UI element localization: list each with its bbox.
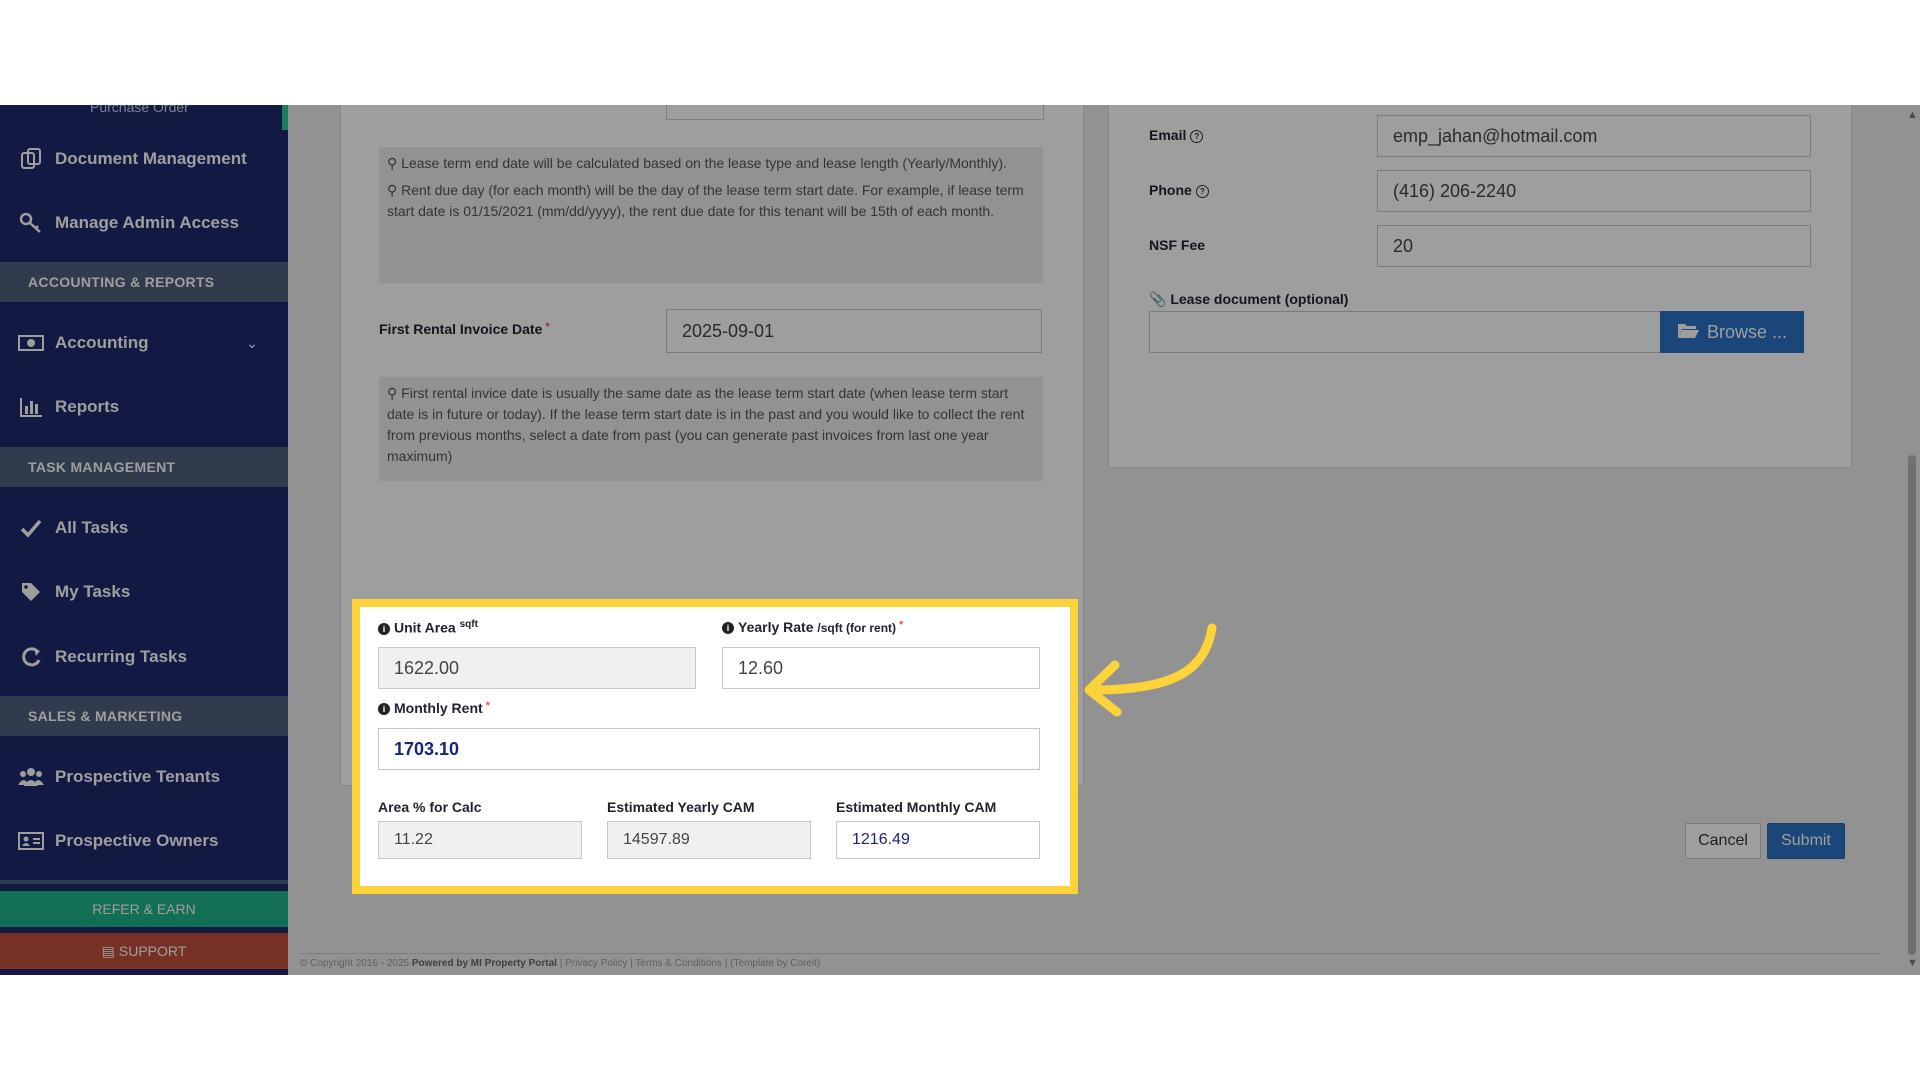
sidebar-item-reports[interactable]: Reports — [0, 375, 288, 439]
estimated-monthly-cam-input[interactable]: 1216.49 — [836, 821, 1040, 859]
paperclip-icon: 📎 — [1149, 291, 1167, 307]
document-copy-icon — [18, 146, 44, 172]
sidebar-item-prospective-owners[interactable]: Prospective Owners — [0, 809, 288, 873]
lease-length-input[interactable] — [666, 105, 1044, 120]
section-accounting-reports: ACCOUNTING & REPORTS — [0, 262, 288, 302]
area-percent-label: Area % for Calc — [378, 799, 482, 815]
tenant-contact-panel: Email? emp_jahan@hotmail.com Phone? (416… — [1108, 105, 1852, 468]
first-invoice-date-label: First Rental Invoice Date * — [379, 321, 550, 337]
cancel-button[interactable]: Cancel — [1685, 823, 1761, 859]
sidebar-item-manage-admin-access[interactable]: Manage Admin Access — [0, 191, 288, 255]
book-icon: ▤ — [101, 942, 115, 959]
area-percent-input[interactable]: 11.22 — [378, 821, 582, 859]
monthly-rent-label: i Monthly Rent * — [378, 700, 490, 716]
phone-input[interactable]: (416) 206-2240 — [1377, 170, 1811, 212]
support-button[interactable]: ▤ SUPPORT — [0, 933, 288, 969]
question-icon: ? — [1195, 184, 1209, 198]
refer-earn-button[interactable]: REFER & EARN — [0, 891, 288, 927]
footer: © Copyright 2016 - 2025 Powered by MI Pr… — [300, 953, 1880, 969]
sidebar-item-prospective-tenants[interactable]: Prospective Tenants — [0, 745, 288, 809]
sidebar-item-all-tasks[interactable]: All Tasks — [0, 496, 288, 560]
estimated-yearly-cam-label: Estimated Yearly CAM — [607, 799, 755, 815]
lightbulb-icon: ⚲ — [387, 182, 398, 198]
sidebar: Purchase Order Document Management Manag… — [0, 105, 288, 975]
lightbulb-icon: ⚲ — [387, 385, 398, 401]
pointer-arrow-icon — [1084, 623, 1217, 717]
scroll-up-icon: ▲ — [1907, 109, 1918, 121]
nsf-fee-label: NSF Fee — [1149, 237, 1206, 253]
sidebar-item-accounting[interactable]: Accounting ⌄ — [0, 311, 288, 375]
estimated-yearly-cam-input[interactable]: 14597.89 — [607, 821, 811, 859]
tag-icon — [18, 579, 44, 605]
nsf-fee-input[interactable]: 20 — [1377, 225, 1811, 267]
sidebar-item-purchase-order[interactable]: Purchase Order — [90, 105, 189, 115]
estimated-monthly-cam-label: Estimated Monthly CAM — [836, 799, 997, 815]
bar-chart-icon — [18, 394, 44, 420]
section-task-management: TASK MANAGEMENT — [0, 447, 288, 487]
sidebar-divider — [0, 880, 288, 884]
id-card-icon — [18, 828, 44, 854]
rent-calculation-section: i Unit Area sqft 1622.00 i Yearly Rate /sq… — [352, 599, 1078, 894]
lease-document-input[interactable] — [1149, 311, 1661, 353]
app-window: Purchase Order Document Management Manag… — [0, 105, 1920, 975]
info-icon: i — [722, 622, 734, 635]
lease-document-label: 📎 Lease document (optional) — [1149, 291, 1349, 307]
key-icon — [18, 210, 44, 236]
sidebar-item-recurring-tasks[interactable]: Recurring Tasks — [0, 625, 288, 689]
sidebar-item-my-tasks[interactable]: My Tasks — [0, 560, 288, 624]
question-icon: ? — [1190, 129, 1204, 143]
section-sales-marketing: SALES & MARKETING — [0, 696, 288, 736]
yearly-rate-label: i Yearly Rate /sqft (for rent) * — [722, 619, 903, 635]
yearly-rate-input[interactable]: 12.60 — [722, 647, 1040, 689]
money-icon — [18, 330, 44, 356]
phone-label: Phone? — [1149, 182, 1209, 198]
folder-open-icon — [1677, 321, 1699, 344]
lease-term-note: ⚲ Lease term end date will be calculated… — [379, 147, 1043, 283]
chevron-down-icon: ⌄ — [246, 334, 258, 351]
first-invoice-date-input[interactable]: 2025-09-01 — [666, 309, 1042, 353]
first-invoice-note: ⚲ First rental invice date is usually th… — [379, 377, 1043, 481]
info-icon: i — [378, 622, 390, 635]
sidebar-item-document-management[interactable]: Document Management — [0, 127, 288, 191]
browse-button[interactable]: Browse ... — [1660, 311, 1804, 353]
scroll-down-icon: ▼ — [1907, 957, 1918, 969]
monthly-rent-input[interactable]: 1703.10 — [378, 728, 1040, 770]
lightbulb-icon: ⚲ — [387, 155, 398, 171]
scroll-thumb[interactable] — [1908, 455, 1916, 955]
info-icon: i — [378, 703, 390, 716]
submit-button[interactable]: Submit — [1767, 823, 1845, 859]
email-label: Email? — [1149, 127, 1204, 143]
refresh-icon — [18, 644, 44, 670]
email-input[interactable]: emp_jahan@hotmail.com — [1377, 115, 1811, 157]
users-icon — [18, 764, 44, 790]
unit-area-label: i Unit Area sqft — [378, 619, 478, 636]
scrollbar[interactable]: ▲ ▼ — [1904, 105, 1920, 975]
check-icon — [18, 515, 44, 541]
unit-area-input[interactable]: 1622.00 — [378, 647, 696, 689]
